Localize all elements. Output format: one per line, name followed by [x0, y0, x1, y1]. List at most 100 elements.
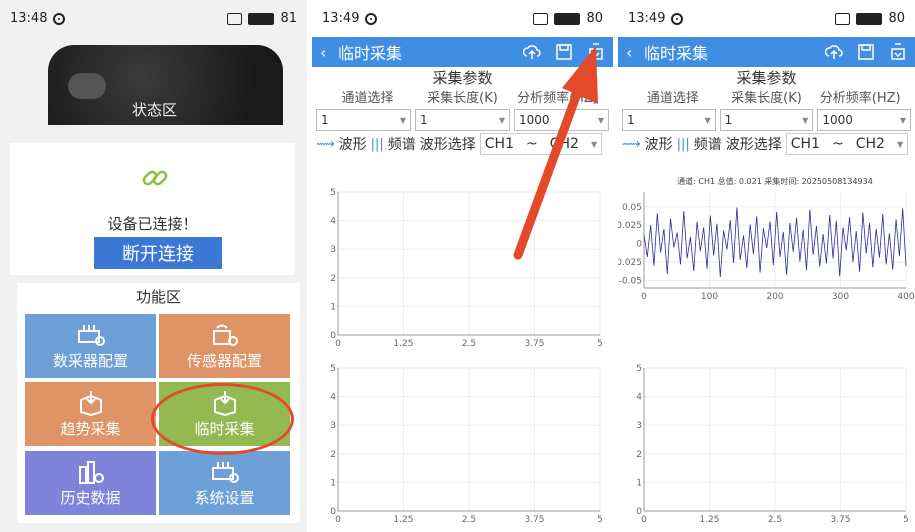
x-tick-label: 1.25: [393, 339, 413, 349]
waveform-icon: ⟿: [316, 136, 335, 152]
x-tick-label: 0: [641, 515, 647, 525]
x-tick-label: 3.75: [524, 515, 544, 525]
x-tick-label: 2.5: [768, 515, 782, 525]
tile-label: 传感器配置: [186, 351, 262, 370]
dropdown-arrow-icon: ▼: [802, 115, 809, 125]
save-icon[interactable]: [857, 43, 875, 61]
connected-status-text: 设备已连接！: [107, 215, 198, 233]
wave-toolbar: ⟿ 波形 ||| 频谱 波形选择 CH1 ~ CH2 ▼: [312, 131, 613, 157]
param-label: 通道选择: [341, 91, 394, 106]
x-tick-label: 0: [335, 339, 341, 349]
status-bar: 13:49 80: [618, 0, 915, 37]
section-title: 采集参数: [432, 69, 493, 87]
tile-temp-collect[interactable]: 临时采集: [159, 382, 290, 446]
y-tick-label: -0.025: [618, 258, 642, 268]
status-area-label: 状态区: [132, 101, 178, 119]
param-label: 采集长度(K): [427, 91, 498, 106]
spectrum-icon: |||: [370, 136, 384, 152]
x-tick-label: 3.75: [830, 515, 850, 525]
tile-trend-collect[interactable]: 趋势采集: [25, 382, 156, 446]
y-tick-label: 0: [636, 240, 642, 250]
dropdown-arrow-icon: ▼: [597, 115, 604, 125]
dropdown-arrow-icon: ▼: [899, 115, 907, 125]
channel-range-select[interactable]: CH1 ~ CH2 ▼: [785, 133, 909, 155]
x-tick-label: 1.25: [699, 515, 719, 525]
box-download-icon: [213, 390, 236, 416]
channel-range-select[interactable]: CH1 ~ CH2 ▼: [479, 133, 603, 155]
x-tick-label: 1.25: [393, 515, 413, 525]
dropdown-arrow-icon: ▼: [498, 115, 505, 125]
tile-sensor-config[interactable]: 传感器配置: [159, 314, 290, 378]
back-icon[interactable]: ‹: [320, 43, 338, 62]
device-button: [68, 73, 106, 99]
tab-spectrum[interactable]: 频谱: [694, 134, 722, 154]
param-label: 通道选择: [646, 91, 699, 106]
tile-collector-config[interactable]: 数采器配置: [25, 314, 156, 378]
phone-collect-data: 13:49 80 ‹ 临时采集 采集参数 通道选择 采集长度(K) 分析频率(H…: [618, 0, 915, 532]
y-tick-label: 4: [330, 393, 336, 403]
data-export-icon[interactable]: [889, 43, 907, 61]
history-chart-icon: [78, 460, 104, 484]
tile-history-data[interactable]: 历史数据: [25, 451, 156, 515]
x-tick-label: 5: [597, 339, 603, 349]
router-gear-icon: [211, 461, 239, 483]
phone-collect-empty: 13:49 80 ‹ 临时采集 采集参数 通道选择 采集长度(K) 分析频率(H…: [312, 0, 613, 532]
status-bar: 13:48 81: [0, 0, 307, 37]
app-bar: ‹ 临时采集: [312, 37, 613, 67]
chart-waveform: 通道: CH1 总值: 0.021 采集时间: 20250508134934 0 1…: [618, 174, 915, 308]
frequency-select[interactable]: 1000 ▼: [514, 109, 609, 131]
cloud-upload-icon[interactable]: [825, 43, 843, 61]
y-tick-label: 0: [330, 331, 336, 341]
data-export-icon[interactable]: [587, 43, 605, 61]
y-tick-label: 3: [330, 245, 336, 255]
page-title: 临时采集: [644, 44, 709, 63]
tile-system-settings[interactable]: 系统设置: [159, 451, 290, 515]
battery-icon: [248, 12, 275, 25]
y-tick-label: -0.05: [619, 277, 642, 287]
tab-waveform[interactable]: 波形: [645, 134, 673, 154]
y-tick-label: 5: [330, 364, 336, 374]
frequency-select[interactable]: 1000 ▼: [817, 109, 912, 131]
battery-icon: [856, 12, 883, 25]
length-select[interactable]: 1 ▼: [415, 109, 510, 131]
battery-level: 80: [586, 11, 603, 26]
save-icon[interactable]: [555, 43, 573, 61]
tab-spectrum[interactable]: 频谱: [388, 134, 416, 154]
screen-icon: [835, 12, 851, 25]
x-tick-label: 300: [832, 292, 849, 302]
chart-spectrum: 0 1.25 2.5 3.75 5 0 1 2 3 4 5: [622, 362, 912, 531]
disconnect-button[interactable]: 断开连接: [94, 237, 222, 269]
function-panel: 功能区 数采器配置 传感器配置 趋势采集 临时采集 历史数据 系统设置: [17, 283, 300, 523]
param-headers: 通道选择 采集长度(K) 分析频率(HZ): [618, 89, 915, 109]
dropdown-arrow-icon: ▼: [399, 115, 406, 125]
back-icon[interactable]: ‹: [626, 43, 644, 62]
y-tick-label: 3: [330, 421, 336, 431]
tab-waveform[interactable]: 波形: [339, 134, 367, 154]
screen-icon: [227, 12, 243, 25]
router-gear-icon: [77, 324, 105, 346]
channel-select[interactable]: 1 ▼: [316, 109, 411, 131]
status-time: 13:49: [322, 11, 360, 26]
y-tick-label: 5: [330, 188, 336, 198]
y-tick-label: 0: [636, 507, 642, 517]
cloud-upload-icon[interactable]: [523, 43, 541, 61]
battery-level: 81: [280, 11, 297, 26]
dropdown-arrow-icon: ▼: [590, 139, 598, 149]
tile-label: 历史数据: [60, 488, 121, 507]
tile-label: 临时采集: [194, 419, 255, 438]
chart-spectrum: 0 1.25 2.5 3.75 5 0 1 2 3 4 5: [316, 362, 606, 531]
x-tick-label: 100: [701, 292, 718, 302]
hotspot-icon: [53, 12, 66, 25]
length-select[interactable]: 1 ▼: [719, 109, 814, 131]
battery-icon: [554, 12, 581, 25]
phone-home-screen: 13:48 81 状态区 设备已连接！ 断开连接 功能区 数采器配置 传感器配置…: [0, 0, 307, 532]
tile-label: 数采器配置: [52, 351, 128, 370]
status-bar: 13:49 80: [312, 0, 613, 37]
channel-select[interactable]: 1 ▼: [622, 109, 716, 131]
y-tick-label: 0.05: [622, 203, 642, 213]
function-area-title: 功能区: [135, 288, 181, 306]
y-tick-label: 4: [330, 217, 336, 227]
y-tick-label: 1: [636, 478, 642, 488]
param-selects: 1 ▼ 1 ▼ 1000 ▼: [312, 109, 613, 131]
spectrum-icon: |||: [676, 136, 690, 152]
